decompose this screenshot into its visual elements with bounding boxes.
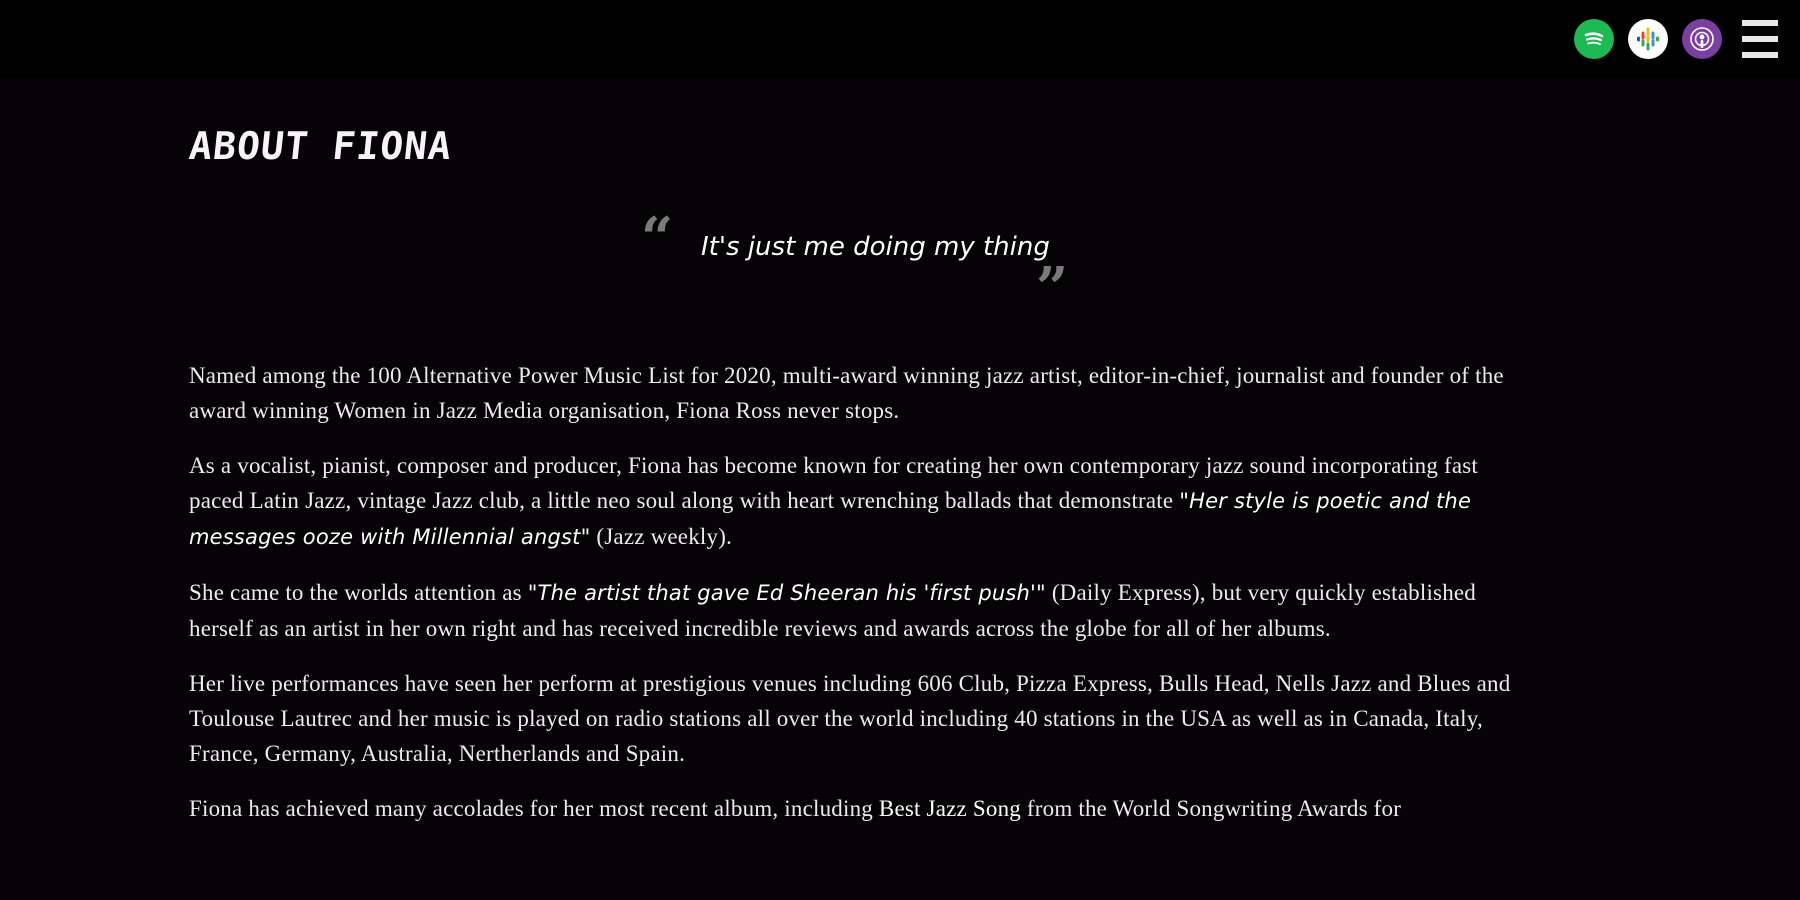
menu-icon[interactable] xyxy=(1742,20,1778,58)
bio-paragraph-3: She came to the worlds attention as "The… xyxy=(189,575,1519,646)
pull-quote: “ It's just me doing my thing ” xyxy=(189,198,1519,328)
header-icons xyxy=(1574,19,1778,59)
quote-text: It's just me doing my thing xyxy=(701,232,1050,262)
bio-text-span: Fiona has achieved many accolades for he… xyxy=(189,796,879,821)
menu-bar-top xyxy=(1742,20,1778,26)
page-title: About Fiona xyxy=(187,124,455,168)
bio-paragraph-1: Named among the 100 Alternative Power Mu… xyxy=(189,363,1504,423)
bio-paragraph-2: As a vocalist, pianist, composer and pro… xyxy=(189,448,1519,555)
menu-bar-middle xyxy=(1742,36,1778,42)
spotify-icon[interactable] xyxy=(1574,19,1614,59)
bio-text: Named among the 100 Alternative Power Mu… xyxy=(189,358,1519,826)
bio-paragraph-5: Fiona has achieved many accolades for he… xyxy=(189,791,1519,826)
bio-text-span: from the World Songwriting Awards for xyxy=(1020,796,1402,821)
close-quote-icon: ” xyxy=(1036,255,1069,321)
award-name: Best Jazz Song xyxy=(878,796,1021,821)
google-podcasts-glyph xyxy=(1637,27,1659,51)
menu-bar-bottom xyxy=(1742,52,1778,58)
press-quote: "The artist that gave Ed Sheeran his 'fi… xyxy=(527,581,1046,605)
bio-paragraph-4: Her live performances have seen her perf… xyxy=(189,671,1511,766)
apple-podcasts-glyph xyxy=(1690,27,1714,51)
apple-podcasts-icon[interactable] xyxy=(1682,19,1722,59)
bio-text-span: (Jazz weekly). xyxy=(590,524,733,549)
open-quote-icon: “ xyxy=(641,205,674,271)
google-podcasts-icon[interactable] xyxy=(1628,19,1668,59)
bio-text-span: She came to the worlds attention as xyxy=(189,580,528,605)
spotify-glyph xyxy=(1584,32,1604,45)
top-bar xyxy=(0,0,1800,78)
about-section: About Fiona “ It's just me doing my thin… xyxy=(187,78,1519,846)
